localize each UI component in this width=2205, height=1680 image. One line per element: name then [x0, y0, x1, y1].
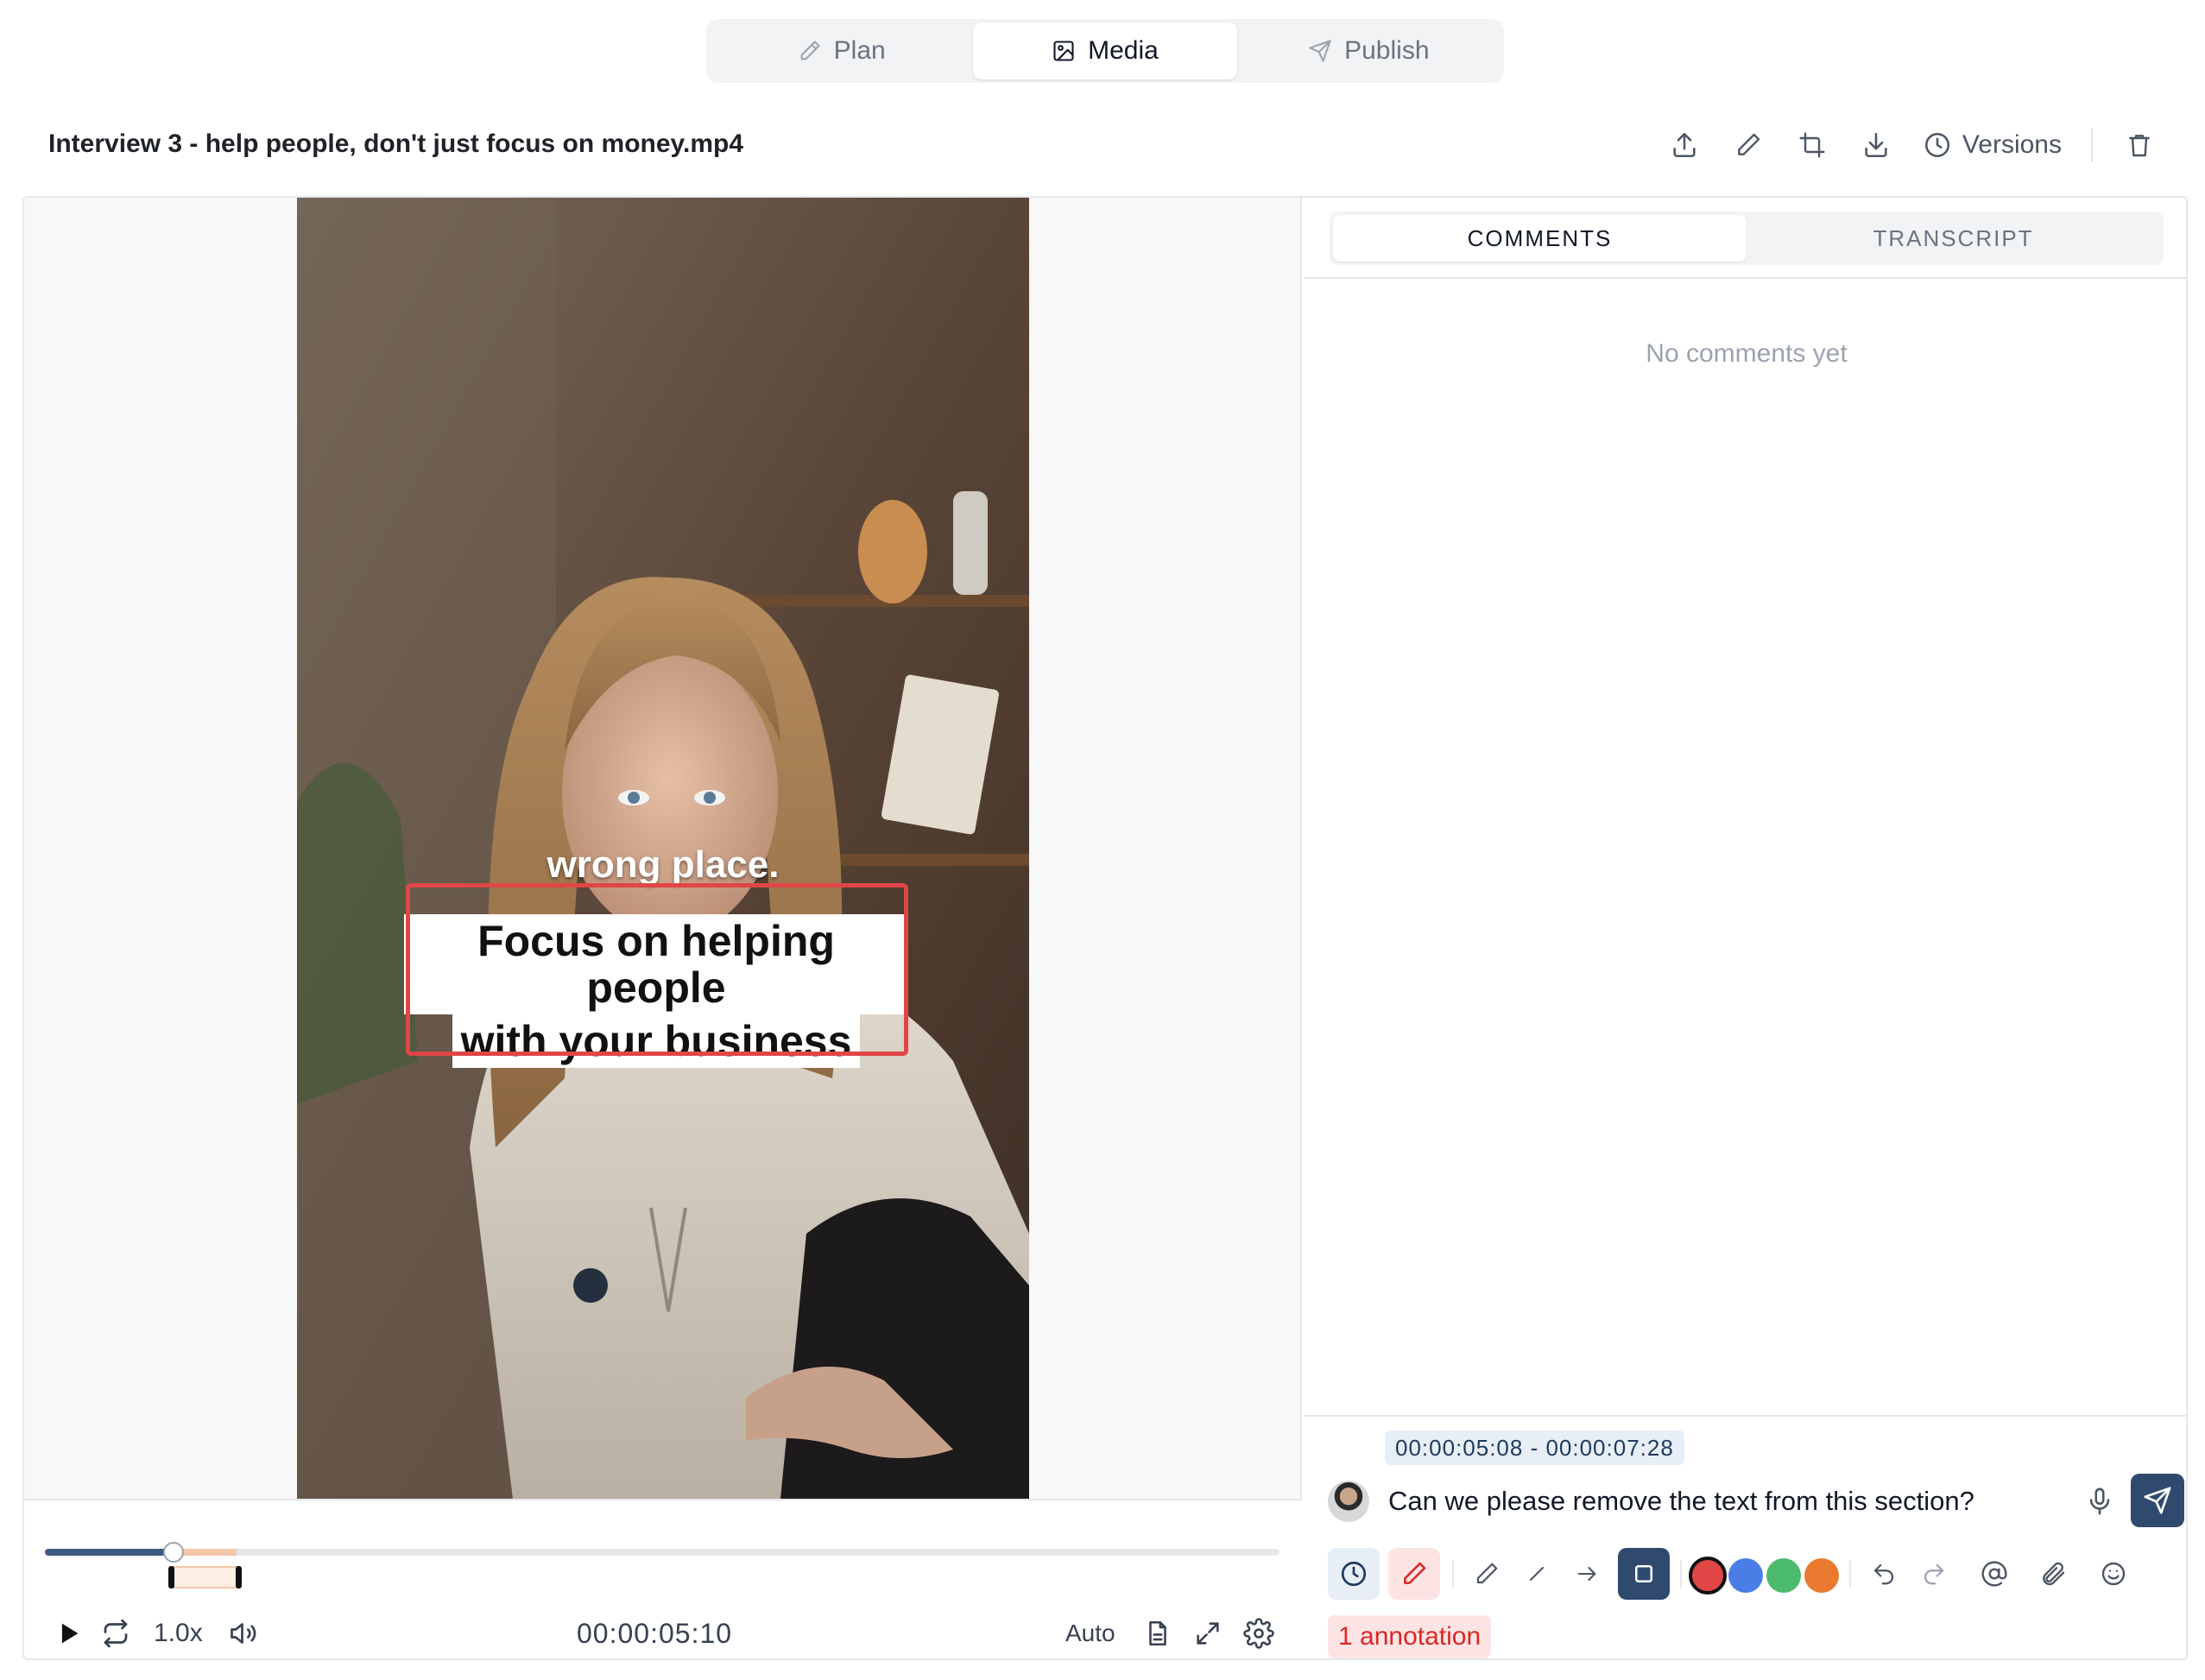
toolbar-divider	[2091, 128, 2093, 162]
annotation-rectangle[interactable]	[406, 883, 908, 1056]
emoji-button[interactable]	[2088, 1548, 2139, 1600]
upload-button[interactable]	[1667, 128, 1702, 162]
pencil-icon	[1400, 1560, 1428, 1588]
video-frame[interactable]: wrong place. Focus on helping people wit…	[297, 198, 1029, 1499]
pencil-icon	[1734, 131, 1762, 159]
volume-icon	[228, 1618, 259, 1649]
download-icon	[1861, 130, 1891, 160]
send-icon	[2143, 1486, 2172, 1515]
microphone-icon	[2085, 1487, 2114, 1516]
loop-button[interactable]	[100, 1613, 131, 1654]
undo-button[interactable]	[1858, 1548, 1910, 1600]
voice-input-button[interactable]	[2081, 1482, 2119, 1520]
video-area: wrong place. Focus on helping people wit…	[24, 198, 1302, 1499]
freehand-tool[interactable]	[1461, 1548, 1513, 1600]
tab-media[interactable]: Media	[973, 22, 1237, 79]
play-button[interactable]	[54, 1613, 83, 1654]
send-icon	[1308, 39, 1332, 63]
smiley-icon	[2100, 1560, 2127, 1588]
settings-button[interactable]	[1243, 1613, 1274, 1654]
control-row: 1.0x 00:00:05:10 Auto	[24, 1613, 1302, 1654]
file-toolbar: Versions	[1667, 123, 2157, 167]
empty-comments-text: No comments yet	[1646, 339, 1848, 368]
edit-button[interactable]	[1731, 128, 1766, 162]
undo-icon	[1871, 1561, 1897, 1587]
pen-icon	[1474, 1561, 1500, 1587]
timeline-played	[45, 1549, 174, 1556]
workspace: wrong place. Focus on helping people wit…	[22, 196, 2188, 1660]
versions-button[interactable]: Versions	[1923, 130, 2062, 160]
range-selector[interactable]	[167, 1566, 242, 1588]
paperclip-icon	[2039, 1560, 2067, 1588]
tab-transcript[interactable]: TRANSCRIPT	[1747, 215, 2160, 262]
tab-plan[interactable]: Plan	[710, 22, 973, 79]
delete-button[interactable]	[2122, 128, 2157, 162]
tab-comments[interactable]: COMMENTS	[1333, 215, 1747, 262]
line-icon	[1525, 1562, 1549, 1586]
trash-icon	[2126, 131, 2153, 159]
upload-icon	[1670, 130, 1699, 160]
volume-button[interactable]	[228, 1613, 259, 1654]
line-tool[interactable]	[1511, 1548, 1563, 1600]
gear-icon	[1243, 1618, 1274, 1649]
mention-button[interactable]	[1968, 1548, 2020, 1600]
crop-icon	[1798, 131, 1826, 159]
play-icon	[54, 1619, 83, 1648]
rectangle-tool[interactable]	[1618, 1548, 1670, 1600]
player-controls: 1.0x 00:00:05:10 Auto	[24, 1499, 1302, 1658]
toolbar-separator	[1849, 1560, 1851, 1588]
at-sign-icon	[1981, 1560, 2008, 1588]
toolbar-separator	[1680, 1560, 1682, 1588]
side-panel: COMMENTS TRANSCRIPT No comments yet 00:0…	[1304, 198, 2186, 1658]
panel-tabs: COMMENTS TRANSCRIPT	[1330, 212, 2164, 265]
tab-publish[interactable]: Publish	[1237, 22, 1501, 79]
timestamp-toggle[interactable]	[1328, 1548, 1380, 1600]
avatar	[1328, 1481, 1369, 1522]
top-nav: Plan Media Publish	[706, 19, 1504, 83]
current-timecode: 00:00:05:10	[577, 1617, 733, 1649]
pencil-icon	[798, 39, 822, 63]
send-button[interactable]	[2131, 1474, 2184, 1527]
annotation-toolbar	[1328, 1548, 2174, 1600]
document-icon	[1143, 1619, 1172, 1648]
color-swatch-orange[interactable]	[1804, 1558, 1839, 1593]
tab-publish-label: Publish	[1344, 36, 1430, 65]
redo-icon	[1921, 1561, 1947, 1587]
fullscreen-button[interactable]	[1193, 1613, 1223, 1654]
playhead-handle[interactable]	[162, 1542, 184, 1563]
comment-composer: 00:00:05:08 - 00:00:07:28 Can we please …	[1304, 1415, 2186, 1658]
time-range-chip[interactable]: 00:00:05:08 - 00:00:07:28	[1385, 1431, 1684, 1465]
color-swatch-blue[interactable]	[1728, 1558, 1763, 1593]
loop-icon	[100, 1618, 131, 1649]
tab-plan-label: Plan	[833, 36, 886, 65]
annotation-count-badge[interactable]: 1 annotation	[1328, 1615, 1492, 1658]
redo-button[interactable]	[1908, 1548, 1960, 1600]
toolbar-separator	[1452, 1560, 1454, 1588]
file-title: Interview 3 - help people, don't just fo…	[48, 129, 744, 158]
playback-speed[interactable]: 1.0x	[154, 1613, 203, 1654]
attach-button[interactable]	[2027, 1548, 2079, 1600]
versions-label: Versions	[1962, 130, 2062, 159]
expand-icon	[1193, 1619, 1223, 1648]
image-icon	[1052, 39, 1076, 63]
caption-top: wrong place.	[547, 843, 780, 886]
comment-input[interactable]	[1388, 1479, 1993, 1524]
square-icon	[1631, 1561, 1657, 1587]
tab-media-label: Media	[1088, 36, 1159, 65]
annotate-toggle[interactable]	[1388, 1548, 1440, 1600]
panel-divider	[1304, 277, 2186, 279]
color-swatch-red[interactable]	[1689, 1557, 1727, 1595]
clock-icon	[1923, 130, 1952, 160]
clock-icon	[1339, 1559, 1368, 1588]
transcript-file-button[interactable]	[1143, 1613, 1172, 1654]
crop-button[interactable]	[1795, 128, 1829, 162]
arrow-tool[interactable]	[1561, 1548, 1613, 1600]
quality-selector[interactable]: Auto	[1065, 1613, 1115, 1654]
color-swatch-green[interactable]	[1766, 1558, 1801, 1593]
timeline-track[interactable]	[45, 1549, 1279, 1556]
arrow-right-icon	[1575, 1562, 1599, 1586]
download-button[interactable]	[1859, 128, 1893, 162]
